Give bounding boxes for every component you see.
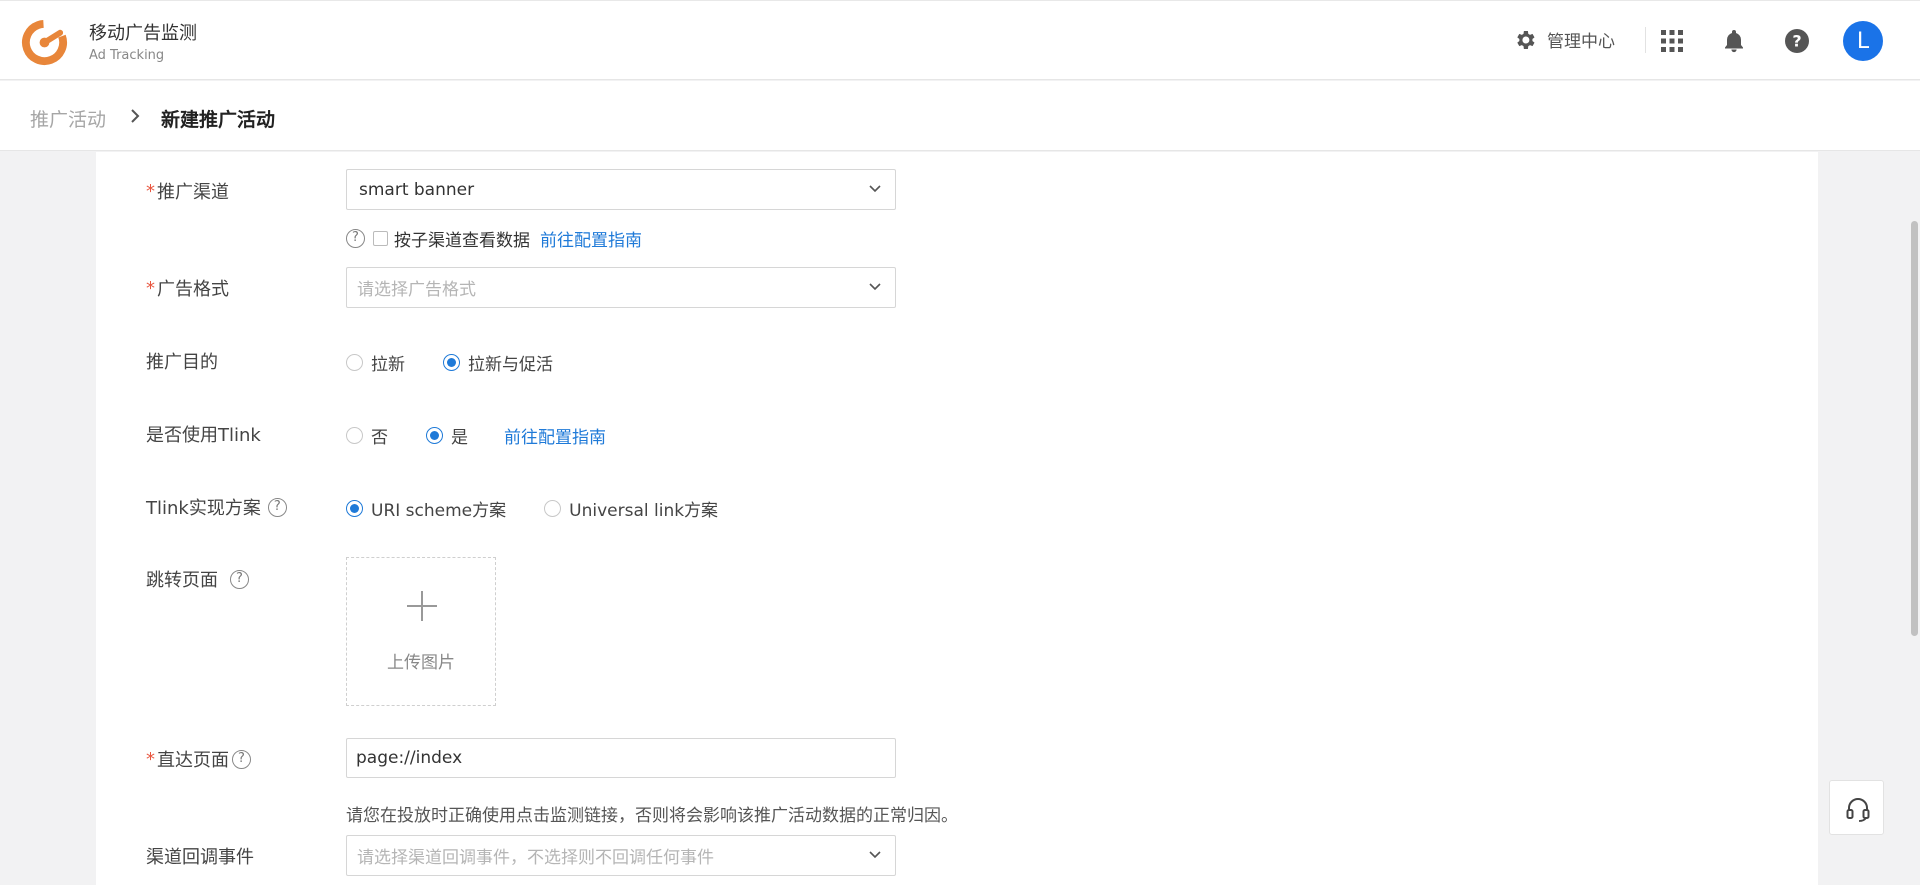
tlink-radio-group: 否 是 前往配置指南 bbox=[346, 423, 606, 448]
help-icon[interactable]: ? bbox=[1783, 27, 1811, 55]
chevron-down-icon bbox=[869, 851, 881, 859]
purpose-option-new[interactable]: 拉新 bbox=[346, 350, 405, 375]
direct-page-input[interactable] bbox=[346, 738, 896, 778]
page-scrollbar[interactable] bbox=[1911, 221, 1918, 636]
required-mark: * bbox=[146, 748, 155, 770]
breadcrumb-parent-link[interactable]: 推广活动 bbox=[30, 105, 106, 132]
radio-circle bbox=[346, 354, 363, 371]
radio-circle-selected bbox=[426, 427, 443, 444]
question-circle-icon[interactable]: ? bbox=[232, 749, 251, 769]
admin-center-button[interactable]: 管理中心 bbox=[1513, 27, 1615, 52]
chevron-down-icon bbox=[869, 283, 881, 291]
purpose-radio-group: 拉新 拉新与促活 bbox=[346, 350, 591, 375]
user-avatar[interactable]: L bbox=[1843, 21, 1883, 61]
radio-circle bbox=[544, 500, 562, 517]
tlink-scheme-radio-group: URI scheme方案 Universal link方案 bbox=[346, 496, 756, 521]
ad-format-placeholder: 请选择广告格式 bbox=[357, 280, 476, 300]
subchannel-checkbox-label[interactable]: 按子渠道查看数据 bbox=[394, 226, 530, 251]
admin-center-label: 管理中心 bbox=[1547, 32, 1615, 52]
tlink-scheme-option-universal[interactable]: Universal link方案 bbox=[544, 496, 718, 521]
channel-select-value: smart banner bbox=[359, 179, 475, 200]
apps-grid-icon[interactable] bbox=[1658, 27, 1686, 55]
landing-page-label: 跳转页面 ? bbox=[146, 566, 249, 592]
ad-format-select[interactable]: 请选择广告格式 bbox=[346, 267, 896, 308]
question-circle-icon[interactable]: ? bbox=[230, 569, 249, 589]
tlink-scheme-label: Tlink实现方案 ? bbox=[146, 494, 287, 520]
upload-image-button[interactable]: 上传图片 bbox=[346, 557, 496, 706]
required-mark: * bbox=[146, 277, 155, 299]
top-header: 移动广告监测 Ad Tracking 管理中心 ? L bbox=[0, 0, 1920, 80]
ad-format-label: * 广告格式 bbox=[146, 277, 229, 301]
chevron-down-icon bbox=[869, 185, 881, 193]
required-mark: * bbox=[146, 180, 155, 202]
tlink-label: 是否使用Tlink bbox=[146, 425, 261, 446]
callback-event-placeholder: 请选择渠道回调事件，不选择则不回调任何事件 bbox=[357, 848, 714, 868]
breadcrumb: 推广活动 新建推广活动 bbox=[0, 81, 1920, 151]
customer-support-button[interactable] bbox=[1829, 780, 1884, 835]
channel-select[interactable]: smart banner bbox=[346, 169, 896, 210]
tlink-option-yes[interactable]: 是 bbox=[426, 423, 468, 448]
direct-page-label: * 直达页面 ? bbox=[146, 746, 251, 772]
gear-icon bbox=[1517, 30, 1535, 49]
app-title: 移动广告监测 bbox=[89, 23, 197, 44]
tlink-guide-link[interactable]: 前往配置指南 bbox=[504, 423, 606, 448]
radio-circle-selected bbox=[443, 354, 460, 371]
radio-circle-selected bbox=[346, 500, 363, 517]
channel-label: * 推广渠道 bbox=[146, 180, 229, 204]
svg-text:?: ? bbox=[1792, 32, 1801, 51]
radio-circle bbox=[346, 427, 363, 444]
subchannel-row: ? 按子渠道查看数据 前往配置指南 bbox=[346, 226, 642, 251]
purpose-label: 推广目的 bbox=[146, 352, 218, 373]
subchannel-checkbox[interactable] bbox=[373, 231, 388, 246]
question-circle-icon[interactable]: ? bbox=[267, 497, 287, 517]
header-divider bbox=[1645, 27, 1646, 53]
app-subtitle: Ad Tracking bbox=[89, 48, 165, 63]
click-tracking-hint: 请您在投放时正确使用点击监测链接，否则将会影响该推广活动数据的正常归因。 bbox=[346, 806, 958, 826]
question-circle-icon[interactable]: ? bbox=[346, 229, 365, 248]
headset-icon bbox=[1846, 798, 1870, 822]
callback-event-label: 渠道回调事件 bbox=[146, 847, 254, 868]
bell-icon[interactable] bbox=[1720, 27, 1748, 55]
plus-icon bbox=[407, 591, 437, 621]
upload-image-label: 上传图片 bbox=[387, 653, 455, 673]
breadcrumb-current: 新建推广活动 bbox=[161, 109, 276, 131]
callback-event-select[interactable]: 请选择渠道回调事件，不选择则不回调任何事件 bbox=[346, 835, 896, 876]
tlink-option-no[interactable]: 否 bbox=[346, 423, 388, 448]
ad-tracking-logo bbox=[21, 19, 68, 66]
chevron-right-icon bbox=[131, 109, 140, 123]
subchannel-guide-link[interactable]: 前往配置指南 bbox=[540, 226, 642, 251]
purpose-option-new-and-active[interactable]: 拉新与促活 bbox=[443, 350, 553, 375]
tlink-scheme-option-uri[interactable]: URI scheme方案 bbox=[346, 496, 506, 521]
